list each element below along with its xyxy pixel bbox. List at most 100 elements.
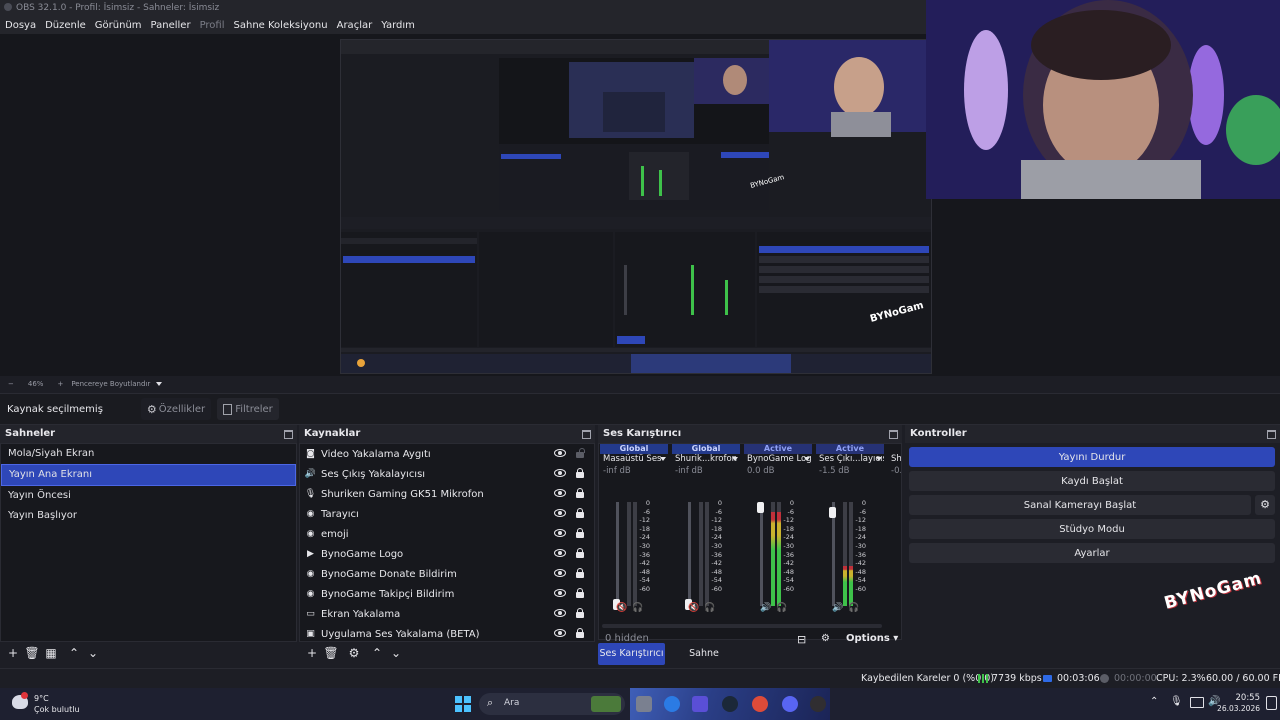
source-item[interactable]: ▣ Uygulama Ses Yakalama (BETA) [300, 624, 594, 644]
taskbar-search-box[interactable]: ⌕ Ara [479, 693, 625, 715]
lock-icon[interactable] [576, 588, 584, 598]
scene-item[interactable]: Yayın Başlıyor [1, 506, 296, 526]
source-item[interactable]: 🔊 Ses Çıkış Yakalayıcısı [300, 464, 594, 484]
lock-icon[interactable] [576, 568, 584, 578]
lock-icon[interactable] [576, 608, 584, 618]
weather-desc[interactable]: Çok bulutlu [34, 705, 80, 714]
edge-icon[interactable] [664, 696, 680, 712]
chrome-icon[interactable] [752, 696, 768, 712]
speaker-icon[interactable]: 🔊 [832, 603, 843, 613]
visibility-eye-icon[interactable] [554, 489, 566, 497]
filter-icon[interactable]: ▦ [42, 644, 60, 662]
microphone-tray-icon[interactable]: 🎙 [1170, 696, 1183, 707]
mixer-scrollbar[interactable] [602, 624, 882, 628]
add-icon[interactable]: + [4, 644, 22, 662]
virtual-camera-settings-gear-icon[interactable]: ⚙ [1255, 495, 1275, 515]
visibility-eye-icon[interactable] [554, 569, 566, 577]
add-icon[interactable]: + [303, 644, 321, 662]
start-virtual-camera-button[interactable]: Sanal Kamerayı Başlat [909, 495, 1251, 515]
muted-speaker-icon[interactable]: 🔇 [616, 603, 627, 613]
visibility-eye-icon[interactable] [554, 629, 566, 637]
visibility-eye-icon[interactable] [554, 609, 566, 617]
notifications-icon[interactable] [1266, 696, 1277, 710]
move-down-icon[interactable]: ⌄ [84, 644, 102, 662]
menu-duzenle[interactable]: Düzenle [45, 20, 86, 31]
move-up-icon[interactable]: ⌃ [65, 644, 83, 662]
mixer-options-button[interactable]: Options ▾ [846, 633, 898, 644]
filters-button[interactable]: Filtreler [217, 398, 279, 420]
visibility-eye-icon[interactable] [554, 549, 566, 557]
volume-fader-track[interactable] [760, 502, 763, 606]
gear-icon[interactable]: ⚙ [345, 644, 363, 662]
advanced-audio-icon[interactable]: ⚙ [821, 633, 830, 644]
trash-icon[interactable]: 🗑 [322, 644, 340, 662]
lock-icon[interactable] [576, 508, 584, 518]
properties-button[interactable]: ⚙ Özellikler [141, 398, 211, 420]
undock-icon[interactable] [284, 430, 293, 439]
scene-item[interactable]: Yayın Öncesi [1, 486, 296, 506]
visibility-eye-icon[interactable] [554, 449, 566, 457]
headphones-monitor-icon[interactable]: 🎧 [776, 603, 787, 613]
scene-item-selected[interactable]: Yayın Ana Ekranı [1, 464, 296, 486]
taskbar-time[interactable]: 20:55 [1226, 693, 1261, 703]
channel-name-dropdown[interactable]: Ses Çıkı...layıcısı [816, 454, 884, 465]
speaker-icon[interactable]: 🔊 [760, 603, 771, 613]
lock-icon[interactable] [576, 468, 584, 478]
layout-toggle-icon[interactable]: ⊟ [797, 633, 806, 646]
tab-scene-transitions[interactable]: Sahne Geçişleri [668, 643, 740, 681]
move-down-icon[interactable]: ⌄ [387, 644, 405, 662]
menu-dosya[interactable]: Dosya [5, 20, 36, 31]
undock-icon[interactable] [1267, 430, 1276, 439]
weather-temp[interactable]: 9°C [34, 694, 49, 703]
channel-name-dropdown[interactable]: Shu [888, 454, 901, 465]
show-hidden-icons-chevron-icon[interactable]: ⌃ [1150, 696, 1158, 707]
obs-taskbar-icon[interactable] [810, 696, 826, 712]
channel-name-dropdown[interactable]: Shurik...krofon [672, 454, 740, 465]
menu-yardim[interactable]: Yardım [381, 20, 415, 31]
headphones-monitor-icon[interactable]: 🎧 [848, 603, 859, 613]
scene-item[interactable]: Mola/Siyah Ekran [1, 444, 296, 464]
source-item[interactable]: ◉ BynoGame Takipçi Bildirim [300, 584, 594, 604]
menu-araclar[interactable]: Araçlar [337, 20, 373, 31]
visibility-eye-icon[interactable] [554, 509, 566, 517]
settings-button[interactable]: Ayarlar [909, 543, 1275, 563]
tab-audio-mixer[interactable]: Ses Karıştırıcı [598, 643, 665, 665]
menu-gorunum[interactable]: Görünüm [95, 20, 142, 31]
fit-dropdown-icon[interactable] [156, 382, 163, 386]
trash-icon[interactable]: 🗑 [23, 644, 41, 662]
start-record-button[interactable]: Kaydı Başlat [909, 471, 1275, 491]
steam-icon[interactable] [722, 696, 738, 712]
source-item[interactable]: ▭ Ekran Yakalama [300, 604, 594, 624]
discord-icon[interactable] [782, 696, 798, 712]
studio-mode-button[interactable]: Stüdyo Modu [909, 519, 1275, 539]
network-icon[interactable] [1190, 697, 1204, 708]
visibility-eye-icon[interactable] [554, 469, 566, 477]
move-up-icon[interactable]: ⌃ [368, 644, 386, 662]
lock-icon[interactable] [576, 548, 584, 558]
source-item[interactable]: ◉ emoji [300, 524, 594, 544]
undock-icon[interactable] [582, 430, 591, 439]
menu-sahne-koleksiyonu[interactable]: Sahne Koleksiyonu [234, 20, 328, 31]
stop-stream-button[interactable]: Yayını Durdur [909, 447, 1275, 467]
zoom-in-button[interactable]: + [57, 380, 63, 388]
menu-paneller[interactable]: Paneller [151, 20, 191, 31]
source-item[interactable]: ◙ Video Yakalama Aygıtı [300, 444, 594, 464]
windows-start-icon[interactable] [455, 696, 471, 712]
channel-name-dropdown[interactable]: Masaüstü Ses [600, 454, 668, 465]
unlock-icon[interactable] [576, 448, 585, 458]
source-item[interactable]: ◉ Tarayıcı [300, 504, 594, 524]
visibility-eye-icon[interactable] [554, 589, 566, 597]
undock-icon[interactable] [889, 430, 898, 439]
lock-icon[interactable] [576, 528, 584, 538]
muted-speaker-icon[interactable]: 🔇 [688, 603, 699, 613]
taskbar-date[interactable]: 26.03.2026 [1212, 704, 1260, 713]
visibility-eye-icon[interactable] [554, 529, 566, 537]
volume-fader-knob[interactable] [829, 507, 836, 519]
source-item[interactable]: ◉ BynoGame Donate Bildirim [300, 564, 594, 584]
menu-profil[interactable]: Profil [200, 20, 225, 31]
file-explorer-icon[interactable] [636, 696, 652, 712]
lock-icon[interactable] [576, 488, 584, 498]
zoom-out-button[interactable]: − [8, 380, 14, 388]
volume-fader-knob[interactable] [757, 502, 764, 514]
source-item[interactable]: ▶ BynoGame Logo [300, 544, 594, 564]
